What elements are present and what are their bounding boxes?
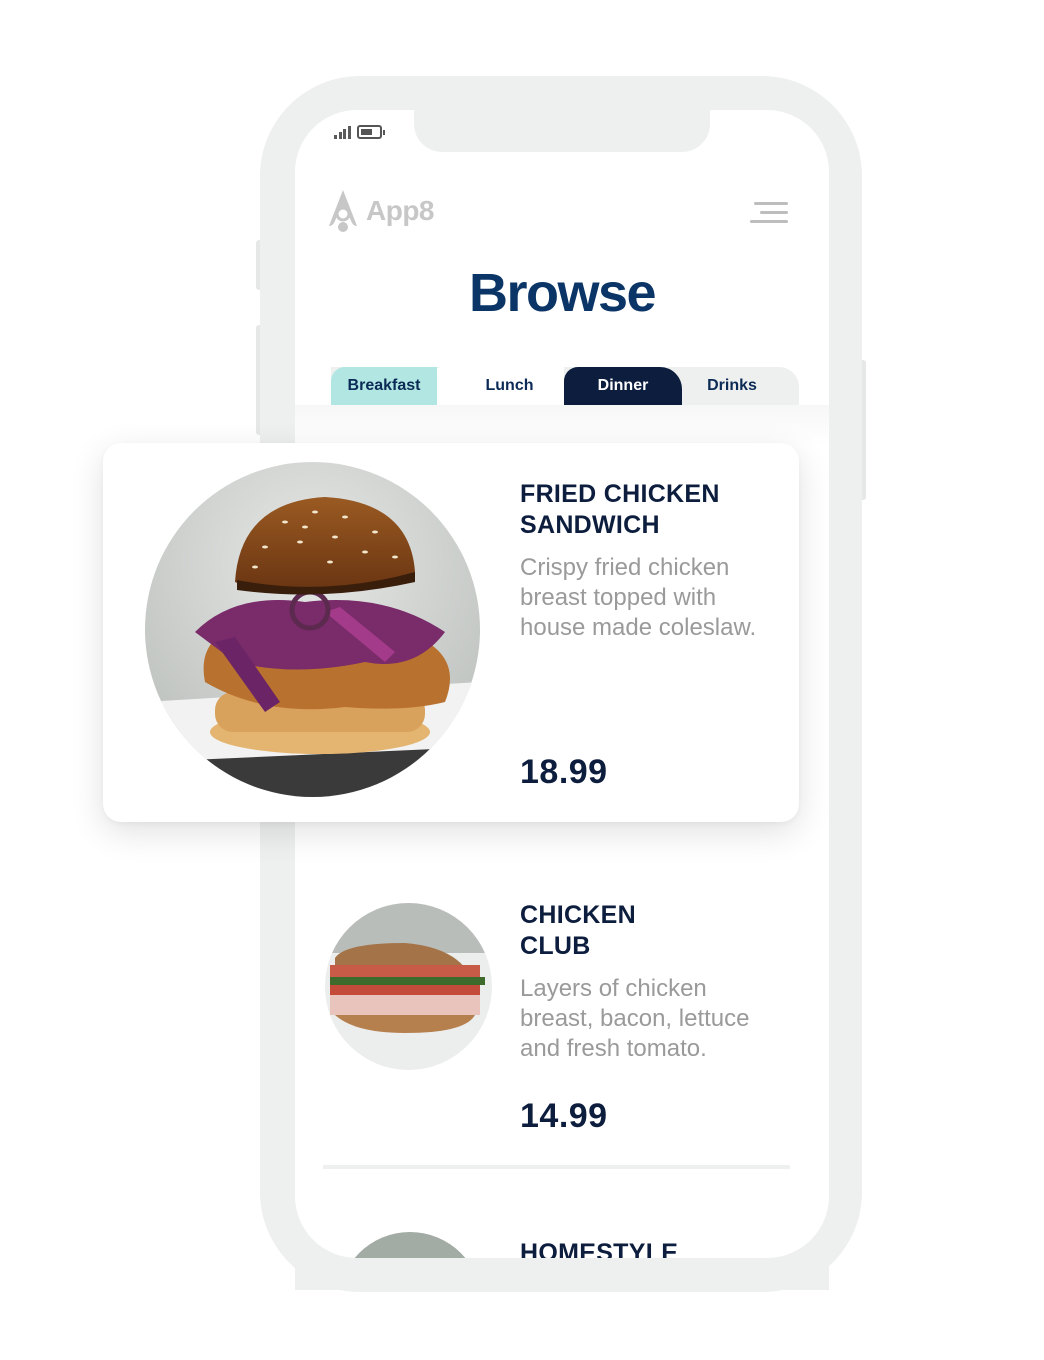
item-name-line: CLUB xyxy=(520,932,591,960)
item-desc-line: house made coleslaw. xyxy=(520,614,757,641)
category-tabs: Lunch Breakfast Dinner Drinks xyxy=(331,367,799,405)
tab-drinks[interactable]: Drinks xyxy=(682,367,782,405)
page-bottom xyxy=(260,1290,862,1360)
item-price: 18.99 xyxy=(520,753,608,791)
tab-bar-shadow xyxy=(295,405,829,445)
item-desc-line: Crispy fried chicken xyxy=(520,554,730,581)
item-name: CHICKEN CLUB xyxy=(520,900,636,962)
app-logo[interactable]: App8 xyxy=(326,188,435,234)
hamburger-menu-icon[interactable] xyxy=(750,200,788,226)
tab-label: Breakfast xyxy=(347,377,421,394)
phone-notch xyxy=(414,110,710,152)
fried-chicken-sandwich-photo xyxy=(145,462,480,797)
tab-dinner[interactable]: Dinner xyxy=(564,367,682,405)
item-price: 14.99 xyxy=(520,1097,608,1135)
item-description: Crispy fried chicken breast topped with … xyxy=(520,553,756,643)
item-name-line: FRIED CHICKEN xyxy=(520,480,720,508)
tab-label: Drinks xyxy=(707,377,757,394)
chicken-club-photo[interactable] xyxy=(325,903,492,1070)
list-divider xyxy=(323,1165,790,1169)
tab-label: Dinner xyxy=(597,377,649,394)
item-name: FRIED CHICKEN SANDWICH xyxy=(520,479,720,541)
battery-icon xyxy=(356,125,385,139)
item-desc-line: breast topped with xyxy=(520,584,717,611)
item-name-line: SANDWICH xyxy=(520,511,660,539)
status-bar xyxy=(334,125,385,139)
tab-lunch[interactable]: Lunch xyxy=(429,367,564,405)
item-desc-line: breast, bacon, lettuce xyxy=(520,1005,750,1032)
tab-label: Lunch xyxy=(485,377,534,394)
page-title: Browse xyxy=(468,263,657,323)
item-desc-line: Layers of chicken xyxy=(520,975,707,1002)
rocket-logo-icon xyxy=(329,190,357,232)
tab-breakfast[interactable]: Breakfast xyxy=(331,367,437,405)
item-name-line: CHICKEN xyxy=(520,901,636,929)
logo-text: App8 xyxy=(366,195,435,226)
item-desc-line: and fresh tomato. xyxy=(520,1035,707,1062)
item-description: Layers of chicken breast, bacon, lettuce… xyxy=(520,974,749,1064)
signal-bars-icon xyxy=(334,125,351,139)
